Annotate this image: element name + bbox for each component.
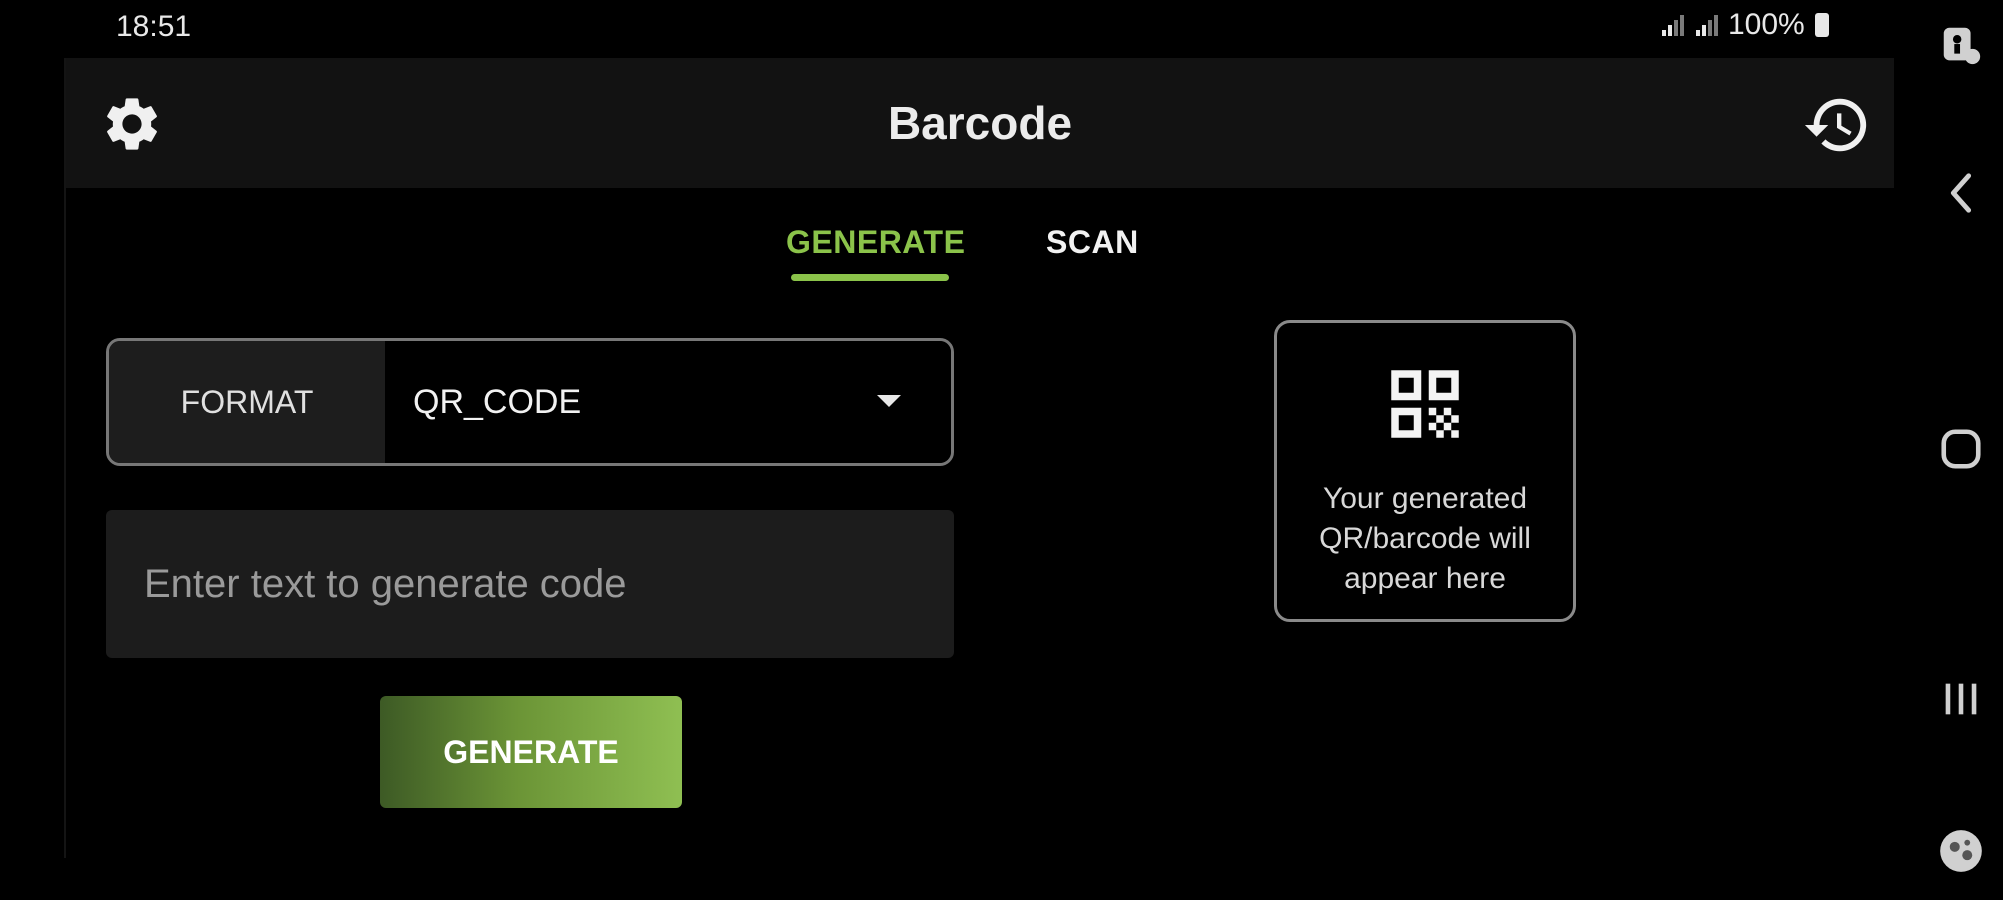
battery-percent: 100% [1728, 8, 1805, 41]
generate-button[interactable]: GENERATE [380, 696, 682, 808]
dropdown-arrow-icon [877, 395, 901, 407]
device-screen: 18:51 100% Barcode GENERATE SCAN FORMAT … [0, 0, 2003, 900]
battery-icon [1814, 13, 1829, 37]
assistant-button[interactable] [1918, 826, 2003, 876]
accessibility-button[interactable] [1918, 22, 2003, 68]
format-value: QR_CODE [413, 382, 582, 421]
format-dropdown[interactable]: QR_CODE [385, 341, 951, 463]
recents-icon [1945, 683, 1976, 715]
assistant-icon [1939, 830, 1982, 872]
settings-button[interactable] [100, 92, 164, 156]
history-button[interactable] [1802, 90, 1872, 160]
back-icon [1950, 173, 1971, 213]
app-window: Barcode GENERATE SCAN FORMAT QR_CODE GEN… [64, 58, 1894, 858]
accessibility-icon [1943, 27, 1980, 65]
tab-scan[interactable]: SCAN [1046, 224, 1139, 284]
status-time: 18:51 [116, 10, 192, 43]
app-toolbar: Barcode [66, 58, 1894, 188]
system-nav-rail [1918, 0, 2003, 900]
signal-icon [1696, 15, 1718, 36]
status-indicators: 100% [1660, 8, 1829, 42]
gear-icon [107, 98, 157, 150]
preview-hint-text: Your generated QR/barcode will appear he… [1319, 482, 1531, 595]
recents-button[interactable] [1918, 676, 2003, 722]
format-label: FORMAT [109, 341, 385, 463]
format-selector: FORMAT QR_CODE [106, 338, 954, 466]
signal-icon [1662, 15, 1684, 36]
app-title: Barcode [887, 97, 1073, 149]
home-button[interactable] [1918, 426, 2003, 472]
history-icon [1804, 98, 1867, 152]
home-icon [1940, 429, 1981, 469]
code-preview-placeholder: Your generated QR/barcode will appear he… [1274, 320, 1576, 622]
code-text-input[interactable] [106, 510, 954, 658]
back-button[interactable] [1918, 170, 2003, 216]
active-tab-indicator [791, 274, 949, 281]
qr-code-icon [1391, 370, 1459, 438]
